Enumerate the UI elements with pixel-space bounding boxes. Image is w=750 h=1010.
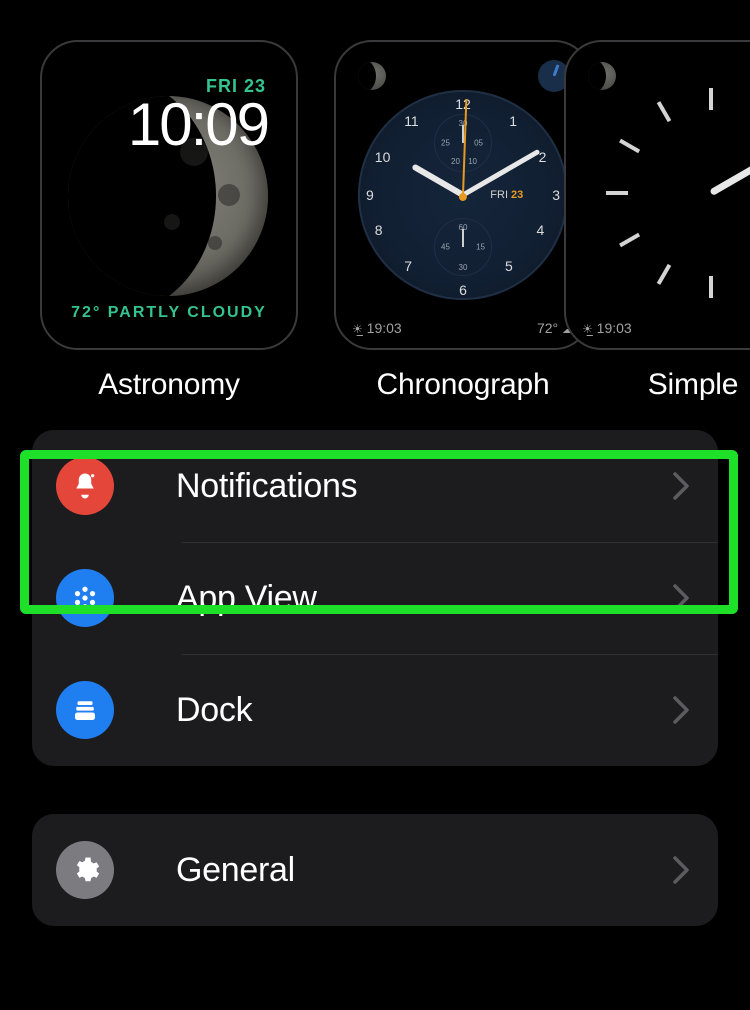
chronograph-dial: 121 23 45 67 89 1011 30 05 25 20 10 60 1… [358,90,568,300]
watch-face-astronomy[interactable]: FRI 23 10:09 72° PARTLY CLOUDY Astronomy [40,40,298,402]
bell-icon [56,457,114,515]
moon-phase-icon [588,62,616,90]
watch-face-astronomy-card[interactable]: FRI 23 10:09 72° PARTLY CLOUDY [40,40,298,350]
sunset-icon: ☀̲ [352,322,363,336]
simple-dial [606,88,750,298]
chronograph-bottom-subdial: 60 15 45 30 [434,218,492,276]
settings-group-2: General [32,814,718,926]
gear-icon [56,841,114,899]
astronomy-weather-label: 72° PARTLY CLOUDY [42,304,296,322]
app-grid-icon [56,569,114,627]
row-notifications-label: Notifications [176,467,672,506]
watch-face-chronograph-card[interactable]: 121 23 45 67 89 1011 30 05 25 20 10 60 1… [334,40,592,350]
astronomy-time-label: 10:09 [128,90,268,159]
sunset-complication: ☀̲ 19:03 [582,320,632,336]
row-app-view-label: App View [176,579,672,618]
row-dock-label: Dock [176,691,672,730]
watch-face-chronograph[interactable]: 121 23 45 67 89 1011 30 05 25 20 10 60 1… [334,40,592,402]
row-general[interactable]: General [32,814,718,926]
row-dock[interactable]: Dock [32,654,718,766]
chevron-right-icon [672,471,690,501]
row-app-view[interactable]: App View [32,542,718,654]
chevron-right-icon [672,695,690,725]
watch-face-astronomy-title: Astronomy [98,368,240,402]
dock-icon [56,681,114,739]
minute-hand [709,152,750,196]
watch-face-chronograph-title: Chronograph [377,368,550,402]
watch-face-simple-title: Simple [564,368,750,402]
row-general-label: General [176,851,672,890]
sunset-complication: ☀̲ 19:03 [352,320,402,336]
chevron-right-icon [672,583,690,613]
sunset-icon: ☀̲ [582,322,593,336]
watch-face-carousel[interactable]: FRI 23 10:09 72° PARTLY CLOUDY Astronomy… [0,0,750,402]
watch-face-simple-card[interactable]: ☀̲ 19:03 [564,40,750,350]
chevron-right-icon [672,855,690,885]
settings-group-1: Notifications App View Dock [32,430,718,766]
row-notifications[interactable]: Notifications [32,430,718,542]
watch-face-simple[interactable]: ☀̲ 19:03 Simple [628,40,750,402]
chronograph-date-label: FRI23 [490,189,523,201]
moon-phase-icon [358,62,386,90]
